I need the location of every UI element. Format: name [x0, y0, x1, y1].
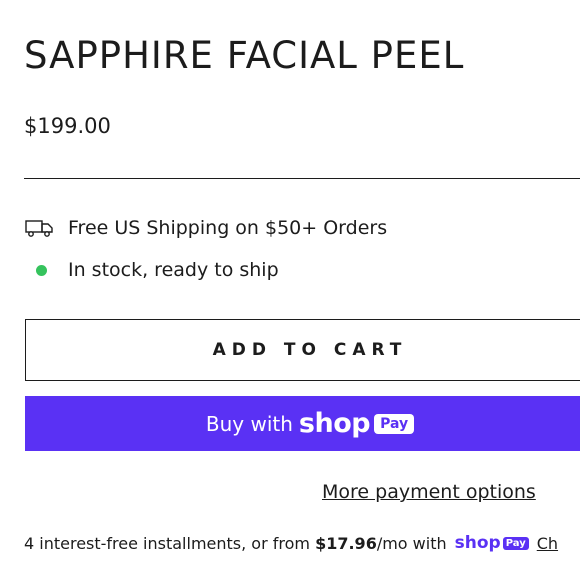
- more-payment-options-link[interactable]: More payment options: [322, 481, 536, 503]
- shop-pay-button[interactable]: Buy with shop Pay: [25, 396, 580, 451]
- shop-pay-logo-small: shop: [454, 533, 501, 553]
- product-title: SAPPHIRE FACIAL PEEL: [24, 34, 465, 77]
- check-eligibility-link[interactable]: Ch: [537, 534, 558, 553]
- installments-prefix: 4 interest-free installments, or from: [24, 533, 310, 553]
- pay-badge-small: Pay: [502, 536, 529, 550]
- buy-with-label: Buy with: [205, 411, 293, 436]
- installments-suffix: /mo with: [376, 533, 447, 553]
- stock-status: In stock, ready to ship: [24, 259, 279, 281]
- status-dot-icon: [36, 264, 47, 276]
- pay-badge: Pay: [374, 413, 415, 434]
- divider: [24, 178, 580, 179]
- installments-amount: $17.96: [315, 533, 377, 553]
- truck-icon: [25, 220, 53, 237]
- shipping-info: Free US Shipping on $50+ Orders: [24, 217, 387, 239]
- installments-banner: 4 interest-free installments, or from $1…: [24, 533, 558, 553]
- stock-text: In stock, ready to ship: [68, 259, 279, 281]
- shipping-text: Free US Shipping on $50+ Orders: [68, 217, 388, 239]
- add-to-cart-label: ADD TO CART: [212, 340, 408, 360]
- add-to-cart-button[interactable]: ADD TO CART: [25, 319, 580, 381]
- product-price: $199.00: [24, 114, 111, 138]
- shop-logo: shop: [298, 408, 371, 439]
